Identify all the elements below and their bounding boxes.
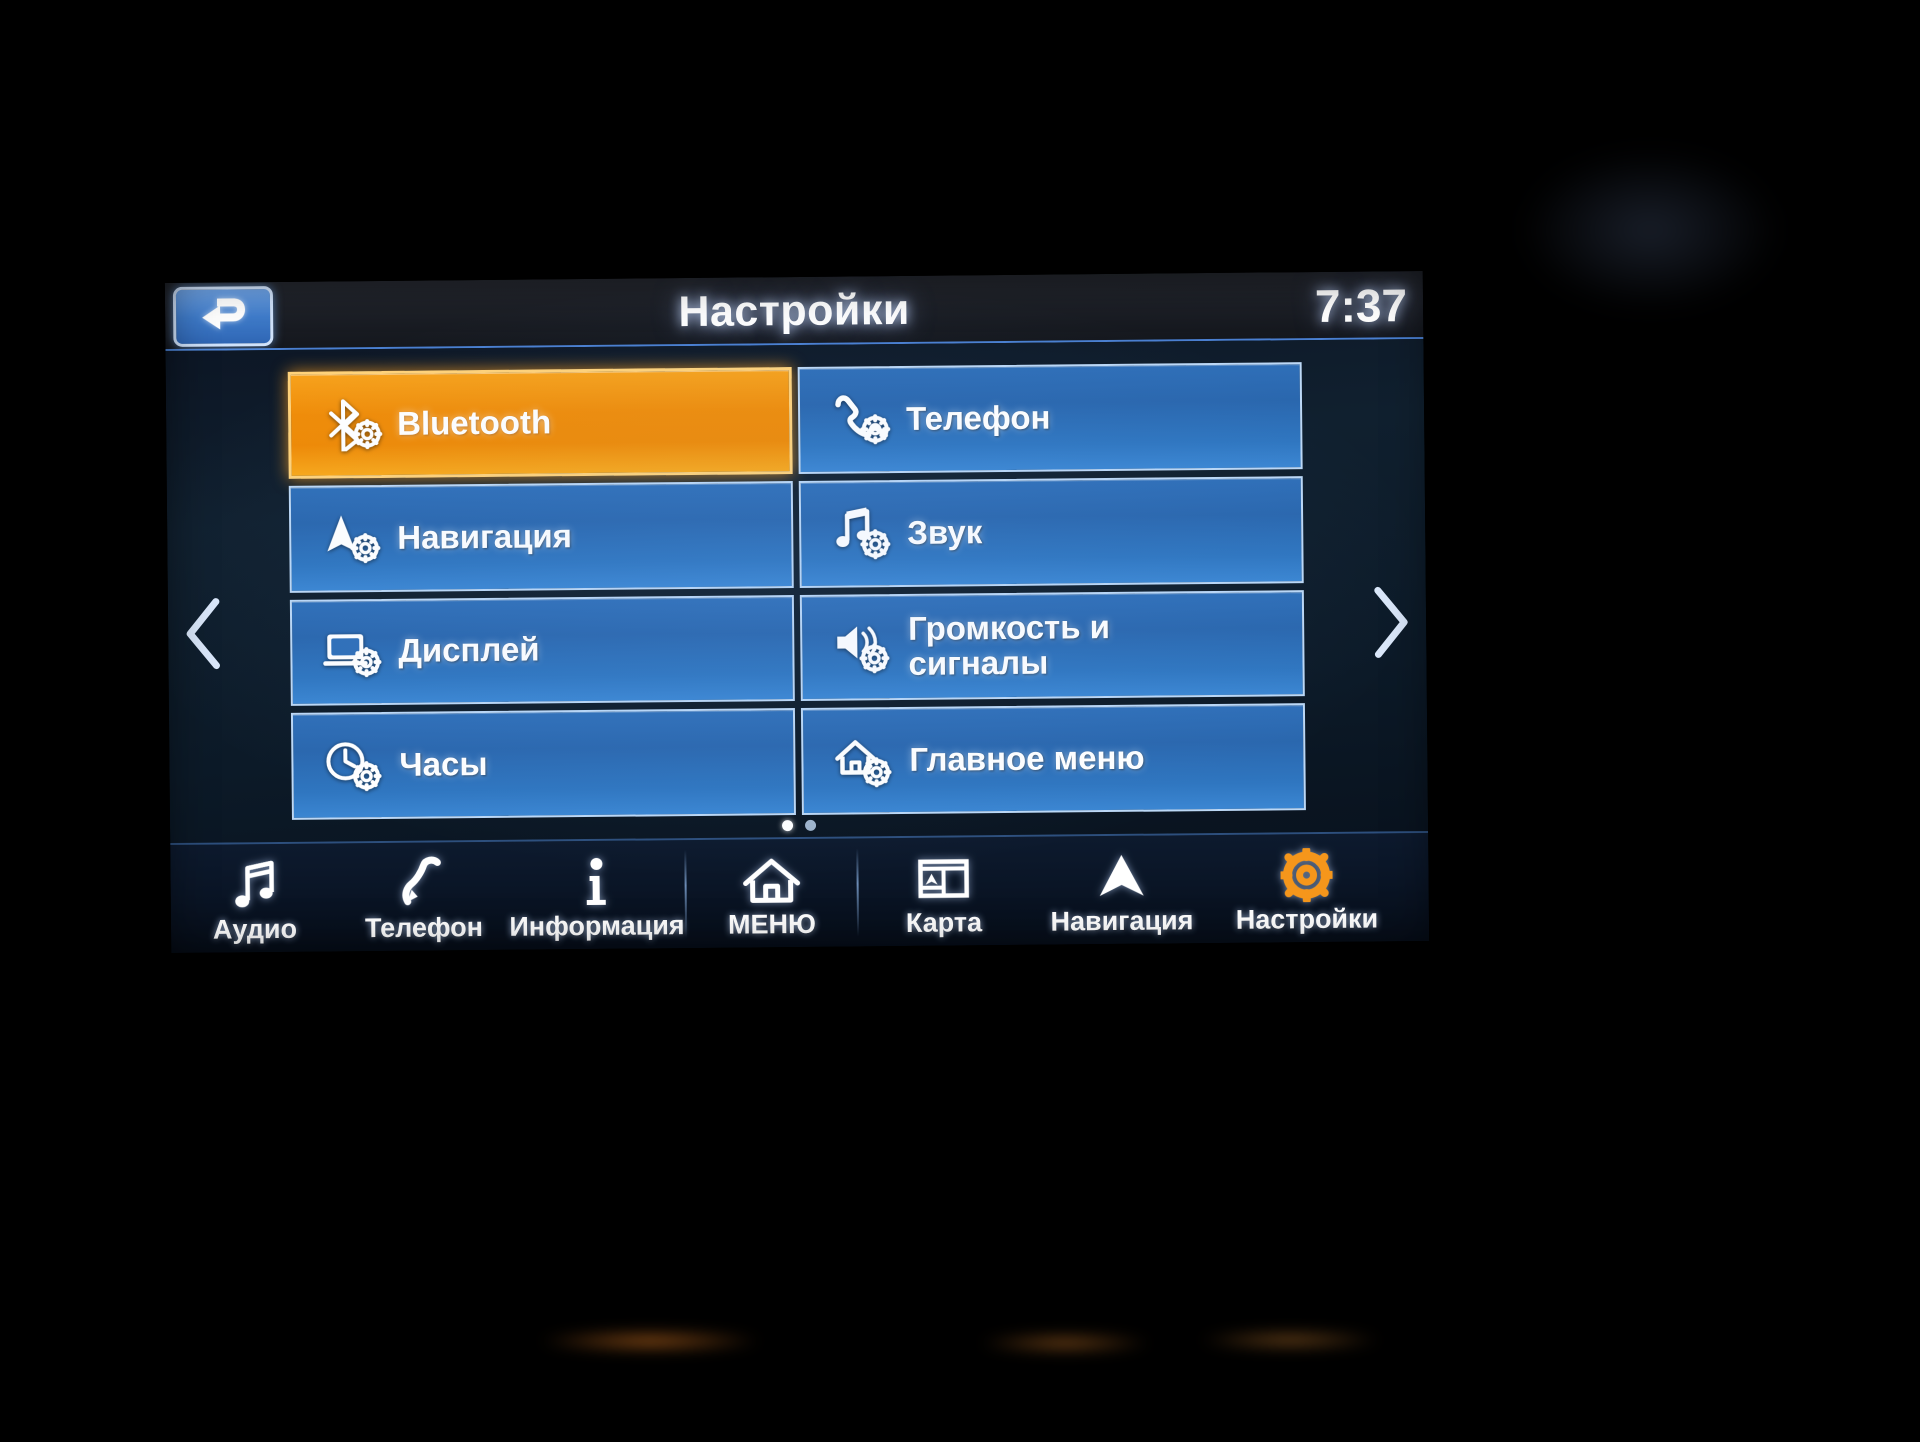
bezel-glare bbox=[1520, 150, 1780, 310]
tile-label: Часы bbox=[399, 745, 488, 783]
volume-gear-icon bbox=[828, 618, 899, 677]
tile-label: Bluetooth bbox=[396, 403, 552, 442]
navigation-gear-icon bbox=[317, 509, 388, 568]
nav-label: Настройки bbox=[1235, 903, 1379, 935]
display-gear-icon bbox=[318, 623, 389, 682]
home-gear-icon bbox=[829, 732, 900, 791]
dashboard-light-glow bbox=[540, 1330, 760, 1352]
chevron-left-icon bbox=[182, 597, 227, 674]
photo-canvas: Настройки 7:37 Bluetooth Телефон Навигац… bbox=[0, 0, 1920, 1442]
page-dot-2[interactable] bbox=[804, 819, 817, 831]
page-dot-1[interactable] bbox=[781, 820, 794, 832]
dashboard-light-glow bbox=[980, 1333, 1150, 1353]
sound-gear-icon bbox=[827, 504, 898, 563]
nav-label: Навигация bbox=[1050, 905, 1194, 937]
nav-item-navigation[interactable]: Навигация bbox=[1028, 835, 1215, 945]
dashboard-light-glow bbox=[1200, 1330, 1380, 1350]
nav-item-map[interactable]: Карта bbox=[858, 837, 1029, 947]
nav-label: Карта bbox=[905, 907, 983, 938]
tile-label: Громкость и сигналы bbox=[907, 607, 1111, 682]
nav-item-information[interactable]: Информация bbox=[508, 840, 685, 950]
bluetooth-gear-icon bbox=[317, 395, 388, 454]
nav-label: Аудио bbox=[212, 913, 298, 945]
nav-item-menu[interactable]: МЕНЮ bbox=[686, 838, 857, 948]
nav-label: МЕНЮ bbox=[727, 908, 817, 940]
nav-item-audio[interactable]: Аудио bbox=[170, 843, 339, 953]
nav-label: Информация bbox=[509, 910, 685, 942]
tile-display[interactable]: Дисплей bbox=[289, 594, 795, 707]
nav-arrow-icon bbox=[1093, 846, 1150, 905]
tile-phone[interactable]: Телефон bbox=[797, 362, 1303, 474]
tile-label: Телефон bbox=[905, 398, 1051, 437]
home-icon bbox=[740, 849, 803, 908]
next-page-button[interactable] bbox=[1362, 584, 1419, 665]
nav-item-phone[interactable]: Телефон bbox=[338, 842, 509, 952]
tile-sound[interactable]: Звук bbox=[798, 475, 1304, 588]
gear-icon bbox=[1280, 844, 1333, 903]
nav-item-settings[interactable]: Настройки bbox=[1214, 833, 1399, 943]
tile-navigation[interactable]: Навигация bbox=[288, 480, 794, 593]
clock-gear-icon bbox=[319, 737, 390, 796]
tile-label: Дисплей bbox=[398, 630, 540, 670]
tile-label: Звук bbox=[907, 512, 983, 551]
tile-clock[interactable]: Часы bbox=[290, 708, 796, 820]
tile-volume-and-alerts[interactable]: Громкость и сигналы bbox=[799, 589, 1305, 702]
phone-gear-icon bbox=[826, 390, 897, 449]
tile-label: Навигация bbox=[397, 516, 573, 556]
nav-label: Телефон bbox=[364, 912, 484, 944]
music-note-icon bbox=[229, 854, 280, 912]
page-title: Настройки bbox=[678, 285, 911, 336]
prev-page-button[interactable] bbox=[176, 595, 233, 676]
settings-grid: Bluetooth Телефон Навигация Звук Дисплей… bbox=[287, 362, 1306, 820]
tile-main-menu[interactable]: Главное меню bbox=[800, 703, 1306, 815]
header-bar: Настройки 7:37 bbox=[164, 270, 1424, 352]
infotainment-screen: Настройки 7:37 Bluetooth Телефон Навигац… bbox=[164, 270, 1430, 954]
phone-handset-icon bbox=[397, 852, 450, 910]
tile-bluetooth[interactable]: Bluetooth bbox=[287, 367, 793, 479]
clock-display: 7:37 bbox=[1314, 279, 1408, 333]
settings-body: Bluetooth Телефон Навигация Звук Дисплей… bbox=[165, 338, 1429, 844]
info-icon bbox=[581, 851, 612, 909]
tile-label: Главное меню bbox=[909, 738, 1145, 779]
map-icon bbox=[915, 847, 972, 906]
bottom-nav-bar: Аудио Телефон Информация МЕНЮ Карта Нави… bbox=[170, 830, 1430, 954]
chevron-right-icon bbox=[1368, 586, 1413, 663]
